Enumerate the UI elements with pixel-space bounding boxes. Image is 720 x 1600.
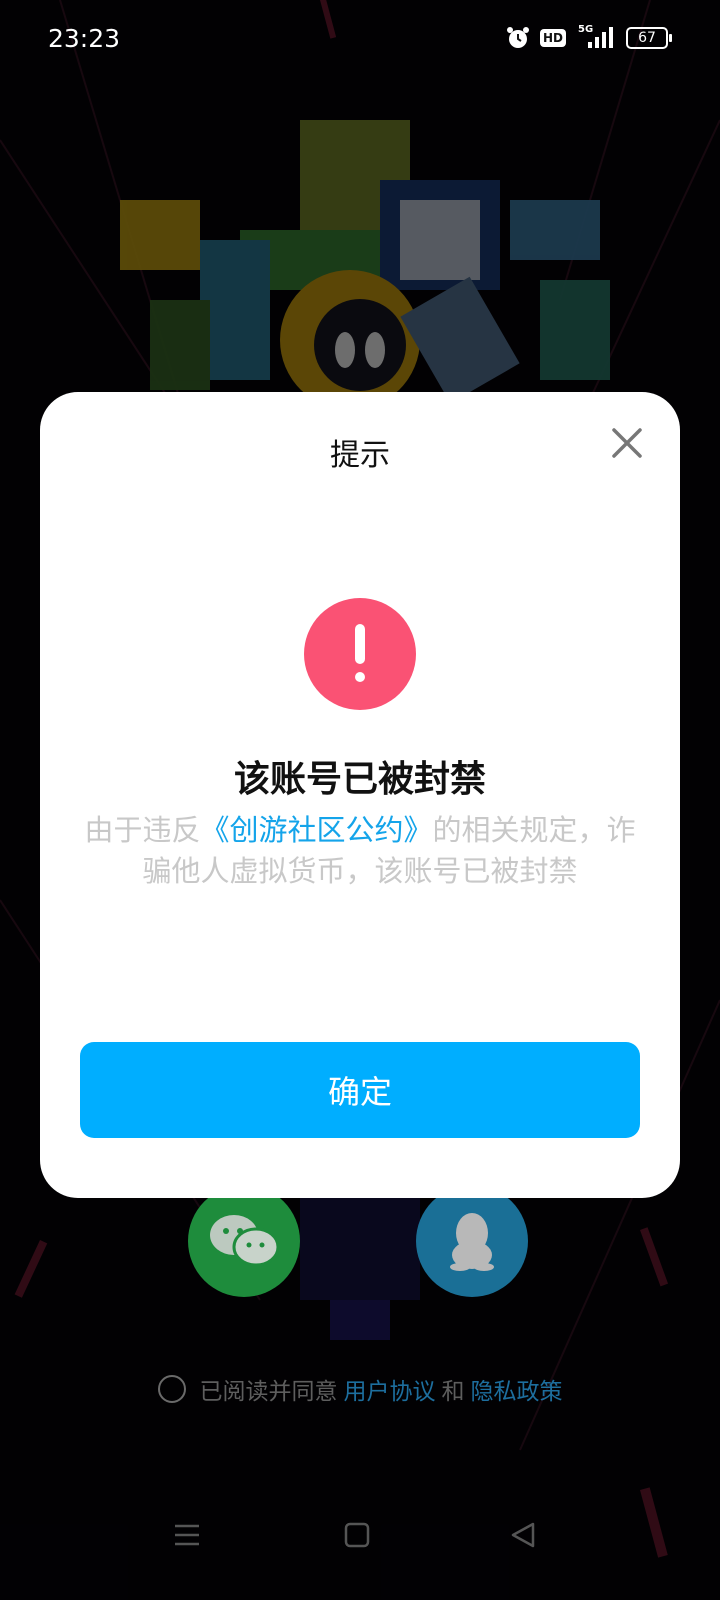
status-time: 23:23: [48, 24, 121, 53]
battery-level: 67: [638, 30, 656, 46]
login-options: [0, 1185, 720, 1297]
community-rules-link[interactable]: 《创游社区公约》: [200, 813, 432, 847]
ban-message-prefix: 由于违反: [84, 813, 201, 847]
network-type: 5G: [578, 24, 594, 35]
close-icon[interactable]: [610, 426, 644, 460]
qq-icon: [450, 1213, 494, 1271]
confirm-button[interactable]: 确定: [80, 1042, 640, 1138]
ban-notice-dialog: 提示 该账号已被封禁 由于违反《创游社区公约》的相关规定，诈骗他人虚拟货币，该账…: [40, 392, 680, 1198]
privacy-policy-link[interactable]: 隐私政策: [471, 1372, 563, 1406]
home-icon[interactable]: [344, 1522, 370, 1548]
ban-message: 由于违反《创游社区公约》的相关规定，诈骗他人虚拟货币，该账号已被封禁: [80, 810, 640, 892]
navigation-bar: [0, 1500, 720, 1580]
signal-icon: 5G: [576, 24, 616, 50]
qq-login-button[interactable]: [416, 1185, 528, 1297]
dialog-title: 提示: [330, 438, 390, 473]
menu-icon[interactable]: [174, 1522, 200, 1548]
status-bar: 23:23 HD 5G 67: [0, 0, 720, 82]
wechat-login-button[interactable]: [188, 1185, 300, 1297]
battery-icon: 67: [626, 27, 672, 49]
agreement-prefix: 已阅读并同意: [199, 1379, 338, 1405]
hd-badge: HD: [539, 29, 566, 47]
warning-icon: [304, 598, 416, 710]
user-agreement-link[interactable]: 用户协议: [344, 1372, 436, 1406]
ban-heading: 该账号已被封禁: [233, 759, 486, 800]
alarm-icon: [506, 27, 529, 48]
agreement-and: 和: [441, 1379, 465, 1405]
wechat-icon: [210, 1215, 280, 1267]
back-icon[interactable]: [510, 1522, 536, 1548]
agreement-row: 已阅读并同意 用户协议 和 隐私政策: [0, 1372, 720, 1406]
agree-checkbox[interactable]: [157, 1375, 186, 1403]
status-icons: HD 5G 67: [506, 24, 672, 50]
